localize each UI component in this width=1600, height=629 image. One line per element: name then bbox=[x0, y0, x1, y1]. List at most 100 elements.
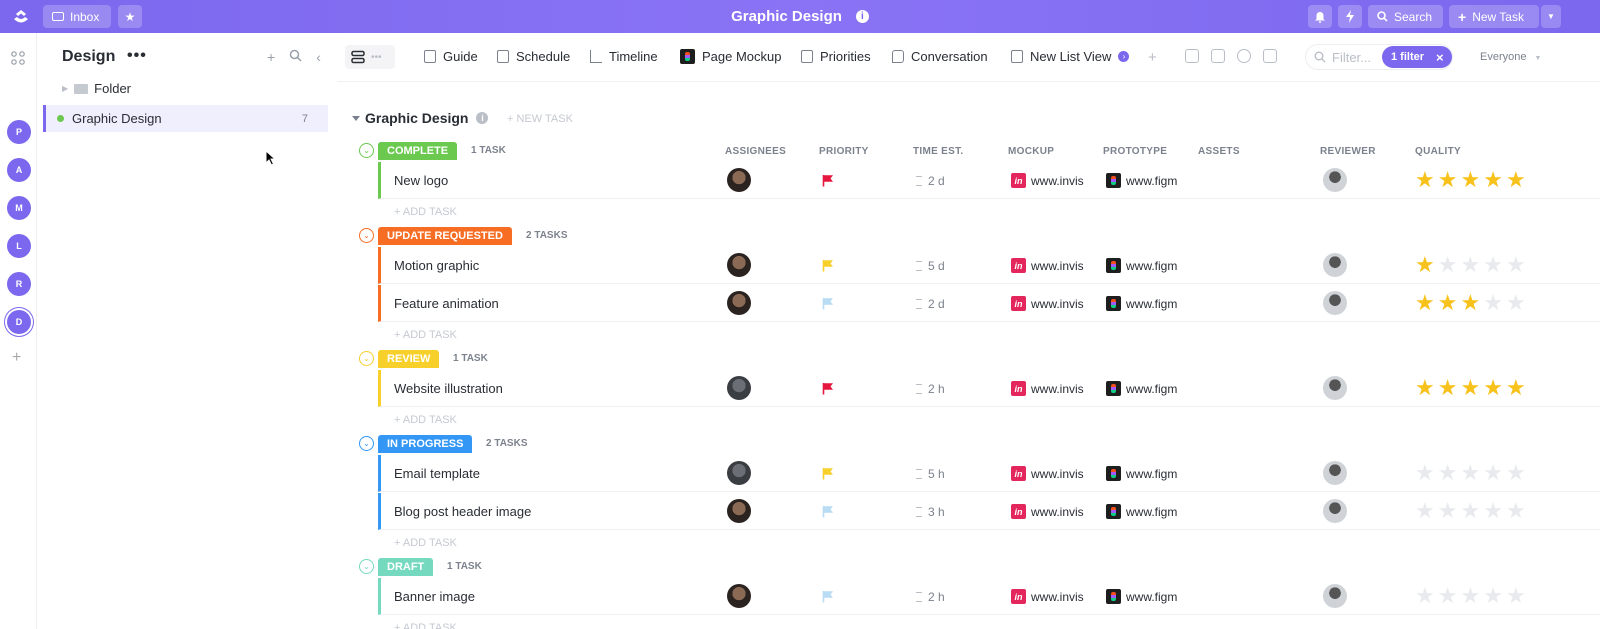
star-icon[interactable]: ★ bbox=[1460, 254, 1480, 276]
info-icon[interactable]: i bbox=[476, 112, 489, 124]
star-icon[interactable]: ★ bbox=[1506, 377, 1526, 399]
status-badge[interactable]: REVIEW bbox=[378, 350, 440, 368]
table-row[interactable]: Banner image 2 h in www.invis www.figm ★ ★ ★ ★ ★ bbox=[378, 578, 1600, 615]
star-icon[interactable]: ★ bbox=[1506, 169, 1526, 191]
priority-flag-icon[interactable] bbox=[822, 590, 834, 603]
mockup-link[interactable]: in www.invis bbox=[1011, 381, 1084, 396]
tab-guide[interactable]: Guide bbox=[424, 49, 478, 64]
space-avatar-r[interactable]: R bbox=[7, 272, 31, 296]
layout-icon[interactable] bbox=[1211, 49, 1225, 63]
mockup-link[interactable]: in www.invis bbox=[1011, 589, 1084, 604]
assignee-avatar[interactable] bbox=[727, 376, 751, 400]
assignee-avatar[interactable] bbox=[727, 291, 751, 315]
priority-flag-icon[interactable] bbox=[822, 174, 834, 187]
star-icon[interactable]: ★ bbox=[1483, 585, 1503, 607]
collapse-icon[interactable]: ‹ bbox=[316, 49, 321, 65]
gear-icon[interactable] bbox=[1237, 49, 1251, 63]
space-avatar-l[interactable]: L bbox=[7, 234, 31, 258]
star-icon[interactable]: ★ bbox=[1506, 462, 1526, 484]
tab-schedule[interactable]: Schedule bbox=[497, 49, 570, 64]
star-icon[interactable]: ★ bbox=[1460, 377, 1480, 399]
star-icon[interactable]: ★ bbox=[1506, 585, 1526, 607]
task-name[interactable]: Blog post header image bbox=[394, 504, 531, 519]
new-task-link[interactable]: + NEW TASK bbox=[507, 113, 573, 125]
reviewer-avatar[interactable] bbox=[1323, 168, 1347, 192]
quality-rating[interactable]: ★ ★ ★ ★ ★ bbox=[1415, 500, 1526, 522]
prototype-link[interactable]: www.figm bbox=[1106, 466, 1177, 481]
task-name[interactable]: Email template bbox=[394, 466, 480, 481]
star-icon[interactable]: ★ bbox=[1438, 292, 1458, 314]
star-icon[interactable]: ★ bbox=[1460, 462, 1480, 484]
everyone-dropdown[interactable]: Everyone ▼ bbox=[1480, 51, 1541, 63]
table-row[interactable]: Motion graphic 5 d in www.invis www.figm ★ ★ ★ ★… bbox=[378, 247, 1600, 284]
star-icon[interactable]: ★ bbox=[1506, 292, 1526, 314]
tab-new-list-view[interactable]: New List View › bbox=[1011, 49, 1130, 64]
column-header[interactable]: REVIEWER bbox=[1320, 146, 1376, 157]
new-task-dropdown[interactable]: ▼ bbox=[1541, 5, 1561, 28]
tab-priorities[interactable]: Priorities bbox=[801, 49, 871, 64]
space-avatar-d[interactable]: D bbox=[7, 310, 31, 334]
status-badge[interactable]: UPDATE REQUESTED bbox=[378, 227, 512, 245]
quality-rating[interactable]: ★ ★ ★ ★ ★ bbox=[1415, 585, 1526, 607]
star-icon[interactable]: ★ bbox=[1438, 169, 1458, 191]
filter-box[interactable]: Filter... 1 filter × bbox=[1305, 44, 1453, 70]
mockup-link[interactable]: in www.invis bbox=[1011, 466, 1084, 481]
star-icon[interactable]: ★ bbox=[1483, 462, 1503, 484]
star-icon[interactable]: ★ bbox=[1415, 292, 1435, 314]
filter-input[interactable]: Filter... bbox=[1332, 50, 1371, 65]
column-header[interactable]: PROTOTYPE bbox=[1103, 146, 1167, 157]
star-icon[interactable]: ★ bbox=[1460, 500, 1480, 522]
column-header[interactable]: MOCKUP bbox=[1008, 146, 1054, 157]
star-icon[interactable]: ★ bbox=[1415, 254, 1435, 276]
list-view-switch[interactable]: ••• bbox=[345, 45, 395, 69]
space-avatar-p[interactable]: P bbox=[7, 120, 31, 144]
quality-rating[interactable]: ★ ★ ★ ★ ★ bbox=[1415, 254, 1526, 276]
new-task-button[interactable]: + New Task bbox=[1449, 5, 1539, 28]
notifications-button[interactable] bbox=[1308, 5, 1332, 28]
assignee-avatar[interactable] bbox=[727, 461, 751, 485]
group-toggle-icon[interactable]: ⌄ bbox=[359, 436, 374, 451]
time-estimate[interactable]: 2 h bbox=[916, 382, 945, 396]
prototype-link[interactable]: www.figm bbox=[1106, 504, 1177, 519]
prototype-link[interactable]: www.figm bbox=[1106, 589, 1177, 604]
prototype-link[interactable]: www.figm bbox=[1106, 258, 1177, 273]
reviewer-avatar[interactable] bbox=[1323, 253, 1347, 277]
priority-flag-icon[interactable] bbox=[822, 382, 834, 395]
search-icon[interactable] bbox=[289, 49, 302, 62]
time-estimate[interactable]: 5 h bbox=[916, 467, 945, 481]
task-name[interactable]: Website illustration bbox=[394, 381, 503, 396]
add-task-link[interactable]: + ADD TASK bbox=[394, 537, 457, 549]
space-avatar-m[interactable]: M bbox=[7, 196, 31, 220]
priority-flag-icon[interactable] bbox=[822, 259, 834, 272]
prototype-link[interactable]: www.figm bbox=[1106, 296, 1177, 311]
group-toggle-icon[interactable]: ⌄ bbox=[359, 351, 374, 366]
star-icon[interactable]: ★ bbox=[1506, 254, 1526, 276]
star-icon[interactable]: ★ bbox=[1483, 254, 1503, 276]
star-icon[interactable]: ★ bbox=[1415, 585, 1435, 607]
star-icon[interactable]: ★ bbox=[1438, 585, 1458, 607]
time-estimate[interactable]: 5 d bbox=[916, 259, 945, 273]
tab-conversation[interactable]: Conversation bbox=[892, 49, 988, 64]
automations-button[interactable] bbox=[1338, 5, 1362, 28]
apps-grid-icon[interactable] bbox=[11, 51, 25, 65]
mockup-link[interactable]: in www.invis bbox=[1011, 173, 1084, 188]
column-header[interactable]: ASSETS bbox=[1198, 146, 1240, 157]
more-icon[interactable]: ••• bbox=[127, 47, 147, 65]
star-icon[interactable]: ★ bbox=[1415, 462, 1435, 484]
add-task-link[interactable]: + ADD TASK bbox=[394, 414, 457, 426]
table-row[interactable]: New logo 2 d in www.invis www.figm ★ ★ ★ ★ ★ bbox=[378, 162, 1600, 199]
column-header[interactable]: TIME EST. bbox=[913, 146, 963, 157]
status-badge[interactable]: DRAFT bbox=[378, 558, 434, 576]
time-estimate[interactable]: 3 h bbox=[916, 505, 945, 519]
priority-flag-icon[interactable] bbox=[822, 297, 834, 310]
time-estimate[interactable]: 2 d bbox=[916, 297, 945, 311]
column-header[interactable]: QUALITY bbox=[1415, 146, 1461, 157]
star-icon[interactable]: ★ bbox=[1415, 169, 1435, 191]
star-icon[interactable]: ★ bbox=[1438, 462, 1458, 484]
status-badge[interactable]: COMPLETE bbox=[378, 142, 458, 160]
search-button[interactable]: Search bbox=[1368, 5, 1443, 28]
collapse-list-icon[interactable] bbox=[352, 116, 360, 121]
group-toggle-icon[interactable]: ⌄ bbox=[359, 559, 374, 574]
star-icon[interactable]: ★ bbox=[1483, 292, 1503, 314]
column-header[interactable]: ASSIGNEES bbox=[725, 146, 786, 157]
